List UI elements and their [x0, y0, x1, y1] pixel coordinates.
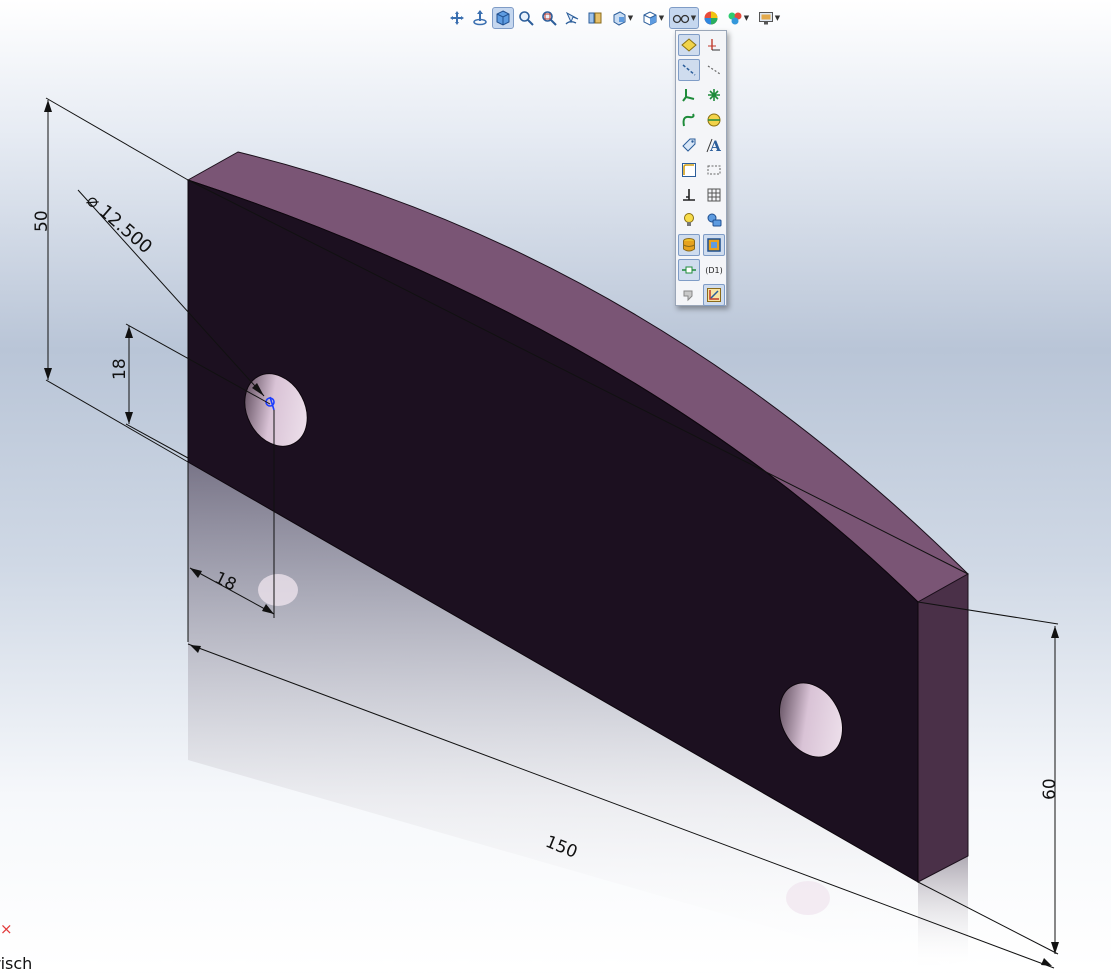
annotation-icon: A: [706, 138, 722, 153]
graphics-viewport[interactable]: 50 ⌀ 12.500 18 18 150 60 ▼ ▼ ▼ ▼ ▼ A (D1…: [0, 0, 1111, 973]
dashed-rectangle-icon: [707, 165, 721, 175]
view-coordinate-systems-button[interactable]: [678, 84, 700, 106]
close-icon[interactable]: ×: [0, 920, 13, 938]
view-routing-points-button[interactable]: [678, 184, 700, 206]
dimension-name-text: (D1): [705, 265, 723, 275]
dimension-hole-height[interactable]: 18: [110, 358, 130, 380]
view-sketch-relations-button[interactable]: [678, 159, 700, 181]
chevron-down-icon: ▼: [627, 14, 634, 22]
normal-to-button[interactable]: [469, 7, 491, 29]
view-dimension-names-button[interactable]: [678, 259, 700, 281]
hide-show-items-flyout: A (D1): [675, 30, 727, 306]
sketch-icon: [682, 163, 696, 177]
curve-icon: [682, 113, 695, 127]
database-icon: [683, 238, 695, 252]
mate-icon: [683, 290, 693, 302]
dimension-height-left[interactable]: 50: [32, 210, 52, 232]
zoom-to-area-button[interactable]: [538, 7, 560, 29]
zoom-to-area-icon: [542, 11, 557, 26]
3d-view-icon: [496, 10, 510, 26]
normal-to-icon: [473, 10, 487, 26]
view-decals-button[interactable]: [678, 234, 700, 256]
view-axes-button[interactable]: [703, 34, 725, 56]
3d-view-button[interactable]: [492, 7, 514, 29]
view-orientation-icon: [613, 11, 626, 26]
chevron-down-icon: ▼: [743, 14, 750, 22]
view-points-button[interactable]: [703, 84, 725, 106]
block-icon: [707, 238, 721, 252]
status-area: × risch: [0, 918, 60, 973]
dashed-line-icon: [707, 65, 721, 75]
dimension-height-right[interactable]: 60: [1040, 778, 1060, 800]
view-lights-button[interactable]: [678, 209, 700, 231]
previous-view-button[interactable]: [561, 7, 583, 29]
heads-up-view-toolbar: ▼ ▼ ▼ ▼ ▼: [446, 6, 784, 30]
model-view: [44, 97, 1059, 970]
coordinate-system-icon: [682, 89, 695, 102]
view-planes-button[interactable]: [678, 34, 700, 56]
camera-icon: [707, 213, 722, 227]
view-mates-button[interactable]: [678, 284, 700, 306]
view-annotations-button[interactable]: A: [703, 134, 725, 156]
view-origins-button[interactable]: [703, 109, 725, 131]
apply-scene-icon: [728, 12, 742, 25]
view-temporary-axes-button[interactable]: [678, 59, 700, 81]
dimension-icon: [682, 266, 696, 274]
view-settings-icon: [758, 12, 773, 25]
apply-scene-button[interactable]: ▼: [723, 7, 753, 29]
view-sketches-button[interactable]: [678, 109, 700, 131]
view-sketch-dimensions-button[interactable]: [678, 134, 700, 156]
axes-icon: [708, 39, 720, 51]
view-settings-button[interactable]: ▼: [754, 7, 784, 29]
zoom-to-fit-button[interactable]: [515, 7, 537, 29]
hole-reflection-left: [258, 574, 298, 606]
display-style-button[interactable]: ▼: [638, 7, 668, 29]
temporary-axis-icon: [682, 64, 696, 76]
view-sketch-blocks-button[interactable]: [703, 234, 725, 256]
hide-show-items-button[interactable]: ▼: [669, 7, 699, 29]
chevron-down-icon: ▼: [658, 14, 665, 22]
section-view-button[interactable]: [584, 7, 606, 29]
view-dimension-names-text-button[interactable]: (D1): [703, 259, 725, 281]
hide-show-items-icon: [672, 14, 689, 24]
hole-reflection-right: [786, 881, 830, 915]
view-cameras-button[interactable]: [703, 209, 725, 231]
zoom-to-fit-icon: [519, 11, 534, 26]
lightbulb-icon: [684, 213, 694, 226]
view-grid-button[interactable]: [703, 184, 725, 206]
pan-button[interactable]: [446, 7, 468, 29]
view-curves-button[interactable]: [703, 59, 725, 81]
section-view-icon: [588, 12, 602, 24]
status-text: risch: [0, 954, 33, 973]
chevron-down-icon: ▼: [774, 14, 781, 22]
point-icon: [708, 89, 720, 101]
pan-icon: [450, 11, 464, 25]
view-sketch-planes-button[interactable]: [703, 159, 725, 181]
origin-icon: [707, 113, 721, 127]
right-face[interactable]: [917, 573, 969, 883]
view-sketch-relations-toggle-button[interactable]: [703, 284, 725, 306]
chevron-down-icon: ▼: [690, 14, 697, 22]
previous-view-icon: [565, 11, 579, 25]
plane-icon: [681, 38, 697, 52]
tag-icon: [682, 138, 696, 152]
display-style-icon: [643, 11, 657, 26]
edit-appearance-icon: [704, 11, 718, 25]
perpendicular-icon: [683, 189, 695, 201]
grid-icon: [707, 188, 721, 202]
view-orientation-button[interactable]: ▼: [607, 7, 637, 29]
relation-icon: [707, 288, 721, 302]
edit-appearance-button[interactable]: [700, 7, 722, 29]
